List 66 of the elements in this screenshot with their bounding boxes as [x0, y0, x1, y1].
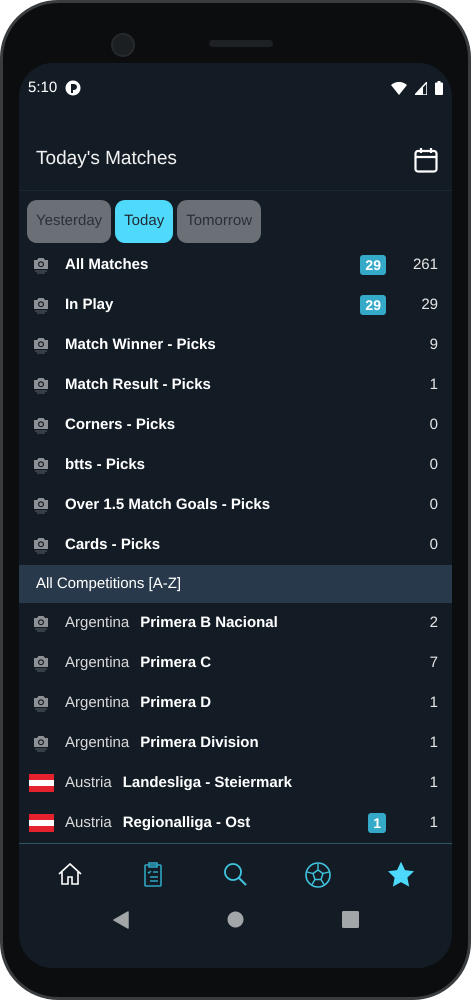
filter-label[interactable]: Cards - Picks [65, 534, 386, 556]
home-button-icon[interactable] [226, 911, 244, 928]
match-count: 0 [428, 454, 438, 475]
image-placeholder-icon [33, 654, 49, 672]
filter-label[interactable]: Corners - Picks [65, 414, 386, 436]
count-badge: 29 [360, 255, 386, 275]
match-count: 1 [428, 812, 438, 833]
count-badge: 1 [368, 813, 386, 833]
filter-label[interactable]: All Matches [65, 254, 360, 276]
image-placeholder-icon [33, 496, 49, 514]
notification-icon [65, 80, 82, 96]
image-placeholder-icon [33, 734, 49, 752]
image-placeholder-icon [33, 256, 49, 274]
league-name[interactable]: Primera Division [140, 732, 386, 754]
country-name: Argentina [65, 652, 130, 673]
status-time: 5:10 [28, 78, 58, 98]
count-badge: 29 [360, 295, 386, 315]
filter-label[interactable]: btts - Picks [65, 454, 386, 476]
match-count: 1 [428, 692, 438, 713]
image-placeholder-icon [33, 376, 49, 394]
match-count: 1 [428, 772, 438, 793]
country-name: Argentina [65, 732, 130, 753]
filter-label[interactable]: Match Result - Picks [65, 374, 386, 396]
day-tab[interactable]: Today [115, 200, 174, 243]
match-count: 9 [428, 334, 438, 355]
signal-icon [415, 82, 427, 94]
filter-label[interactable]: Match Winner - Picks [65, 334, 386, 356]
calendar-icon[interactable] [414, 147, 438, 173]
image-placeholder-icon [33, 416, 49, 434]
match-count: 7 [428, 652, 438, 673]
match-count: 1 [428, 374, 438, 395]
league-name[interactable]: Primera B Nacional [140, 612, 386, 634]
image-placeholder-icon [33, 614, 49, 632]
section-header: All Competitions [A-Z] [19, 565, 452, 603]
image-placeholder-icon [33, 456, 49, 474]
image-placeholder-icon [33, 694, 49, 712]
recents-icon[interactable] [342, 911, 358, 928]
soccer-ball-icon[interactable] [304, 860, 332, 888]
image-placeholder-icon [33, 336, 49, 354]
wifi-icon [391, 82, 407, 94]
battery-icon [435, 81, 443, 95]
match-count: 2 [428, 612, 438, 633]
screen-title: Today's Matches [36, 146, 177, 170]
camera-icon [111, 33, 135, 57]
search-icon[interactable] [221, 860, 250, 888]
league-name[interactable]: Regionalliga - Ost [122, 812, 368, 834]
country-name: Argentina [65, 612, 130, 633]
match-count: 1 [428, 732, 438, 753]
image-placeholder-icon [33, 296, 49, 314]
country-name: Austria [65, 812, 112, 833]
filter-label[interactable]: In Play [65, 294, 360, 316]
country-name: Austria [65, 772, 112, 793]
flag-icon [28, 774, 54, 792]
match-count: 0 [428, 414, 438, 435]
league-name[interactable]: Landesliga - Steiermark [122, 772, 386, 794]
league-name[interactable]: Primera C [140, 652, 386, 674]
match-count: 261 [412, 254, 438, 275]
match-count: 0 [428, 534, 438, 555]
image-placeholder-icon [33, 536, 49, 554]
match-count: 29 [420, 294, 438, 315]
match-count: 0 [428, 494, 438, 515]
country-name: Argentina [65, 692, 130, 713]
league-name[interactable]: Primera D [140, 692, 386, 714]
back-icon[interactable] [112, 911, 128, 929]
flag-icon [28, 814, 54, 832]
filter-label[interactable]: Over 1.5 Match Goals - Picks [65, 494, 386, 516]
